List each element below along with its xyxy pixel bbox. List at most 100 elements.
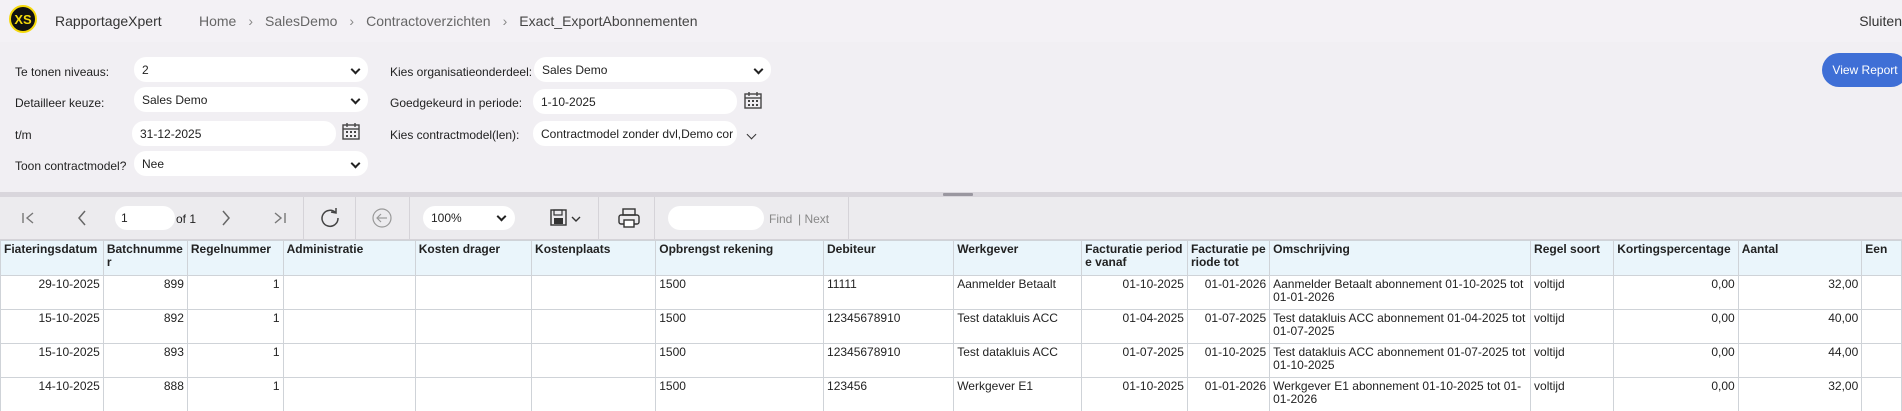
table-cell (414, 377, 533, 411)
refresh-icon[interactable] (317, 205, 343, 231)
toolbar-divider (409, 197, 410, 239)
table-cell: 01-04-2025 (1081, 309, 1188, 344)
calendar-icon[interactable] (342, 123, 360, 140)
table-cell: 1 (186, 275, 284, 310)
table-cell: 01-07-2025 (1186, 309, 1271, 344)
table-cell (1861, 343, 1902, 378)
chevron-right-icon: › (248, 13, 254, 29)
table-cell (282, 275, 416, 310)
toon-contractmodel-select[interactable]: Nee (134, 151, 368, 176)
next-button[interactable]: | Next (798, 212, 829, 226)
column-header: Regelnummer (186, 240, 284, 276)
table-cell: 893 (102, 343, 188, 378)
page-number-input[interactable]: 1 (115, 206, 175, 230)
table-cell: Test datakluis ACC abonnement 01-04-2025… (1269, 309, 1532, 344)
detailleer-label: Detailleer keuze: (15, 96, 105, 110)
last-page-icon[interactable] (268, 205, 290, 231)
table-cell: Test datakluis ACC (953, 309, 1083, 344)
chevron-down-icon[interactable] (746, 129, 757, 140)
goedgekeurd-label: Goedgekeurd in periode: (390, 96, 523, 110)
table-cell: 1 (186, 377, 284, 411)
save-export-icon[interactable] (548, 205, 584, 231)
column-header: Kosten drager (414, 240, 533, 276)
table-cell (531, 377, 657, 411)
find-input[interactable] (668, 206, 764, 230)
table-cell (1861, 377, 1902, 411)
column-header: Omschrijving (1269, 240, 1532, 276)
splitter-grip[interactable] (943, 193, 973, 196)
table-cell: 1500 (655, 309, 825, 344)
table-cell: Aanmelder Betaalt abonnement 01-10-2025 … (1269, 275, 1532, 310)
print-icon[interactable] (616, 205, 642, 231)
back-to-parent-icon[interactable] (369, 205, 395, 231)
table-cell: 888 (102, 377, 188, 411)
contractmodel-multiselect[interactable]: Contractmodel zonder dvl,Demo cor (533, 121, 737, 146)
table-cell: 14-10-2025 (0, 377, 104, 411)
table-cell (414, 309, 533, 344)
breadcrumb-salesdemo[interactable]: SalesDemo (265, 13, 337, 29)
goedgekeurd-date-input[interactable]: 1-10-2025 (533, 89, 737, 114)
table-cell: Werkgever E1 abonnement 01-10-2025 tot 0… (1269, 377, 1532, 411)
column-header: Administratie (282, 240, 416, 276)
breadcrumb-current: Exact_ExportAbonnementen (519, 13, 698, 29)
column-header: Fiateringsdatum (0, 240, 104, 276)
table-cell: voltijd (1530, 309, 1615, 344)
table-cell: 15-10-2025 (0, 309, 104, 344)
organisatieonderdeel-select[interactable]: Sales Demo (534, 57, 771, 82)
chevron-right-icon: › (349, 13, 355, 29)
niveaus-select[interactable]: 2 (134, 57, 368, 82)
table-cell: 01-01-2026 (1186, 377, 1271, 411)
table-cell (282, 343, 416, 378)
column-header: Een (1861, 240, 1902, 276)
table-cell: Werkgever E1 (953, 377, 1083, 411)
zoom-select[interactable]: 100% (423, 206, 515, 230)
report-table-container[interactable]: Fiateringsdatum Batchnummer Regelnummer Adm… (0, 240, 1902, 411)
table-cell: 01-10-2025 (1081, 275, 1188, 310)
table-cell (414, 343, 533, 378)
previous-page-icon[interactable] (71, 205, 93, 231)
column-header: Kortingspercentage (1613, 240, 1739, 276)
niveaus-label: Te tonen niveaus: (15, 65, 110, 79)
report-table: Fiateringsdatum Batchnummer Regelnummer Adm… (0, 240, 1902, 411)
detailleer-select[interactable]: Sales Demo (134, 87, 368, 112)
app-logo[interactable]: XS (9, 5, 37, 33)
table-cell: 1500 (655, 343, 825, 378)
column-header: Debiteur (823, 240, 955, 276)
table-cell: 12345678910 (823, 309, 955, 344)
column-header: Aantal (1737, 240, 1863, 276)
table-cell: 0,00 (1613, 377, 1739, 411)
calendar-icon[interactable] (744, 92, 762, 109)
view-report-button[interactable]: View Report (1822, 53, 1902, 87)
table-cell: voltijd (1530, 377, 1615, 411)
table-cell: 0,00 (1613, 309, 1739, 344)
table-cell: 1 (186, 309, 284, 344)
table-cell: 01-10-2025 (1186, 343, 1271, 378)
table-cell (282, 309, 416, 344)
table-cell: 0,00 (1613, 343, 1739, 378)
breadcrumb-contractoverzichten[interactable]: Contractoverzichten (366, 13, 491, 29)
tm-date-input[interactable]: 31-12-2025 (132, 121, 336, 146)
first-page-icon[interactable] (18, 205, 40, 231)
table-cell (282, 377, 416, 411)
table-cell: Aanmelder Betaalt (953, 275, 1083, 310)
column-header: Kostenplaats (531, 240, 657, 276)
breadcrumb: Home › SalesDemo › Contractoverzichten ›… (199, 13, 698, 29)
table-cell: 123456 (823, 377, 955, 411)
table-cell: voltijd (1530, 343, 1615, 378)
table-cell (1861, 309, 1902, 344)
table-cell (531, 343, 657, 378)
column-header: Facturatie periode vanaf (1081, 240, 1188, 276)
toolbar-divider (598, 197, 599, 239)
app-name[interactable]: RapportageXpert (55, 13, 162, 29)
table-row: 15-10-2025 892 1 1500 12345678910 Test datakl… (0, 309, 1902, 344)
find-button[interactable]: Find (769, 212, 792, 226)
top-bar: XS RapportageXpert Home › SalesDemo › Co… (0, 0, 1902, 42)
close-button[interactable]: Sluiten (1852, 13, 1902, 29)
column-header: Opbrengst rekening (655, 240, 825, 276)
breadcrumb-home[interactable]: Home (199, 13, 236, 29)
table-cell: 01-01-2026 (1186, 275, 1271, 310)
next-page-icon[interactable] (215, 205, 237, 231)
table-cell: 01-07-2025 (1081, 343, 1188, 378)
page-count: of 1 (176, 212, 197, 226)
column-header: Facturatie periode tot (1186, 240, 1271, 276)
